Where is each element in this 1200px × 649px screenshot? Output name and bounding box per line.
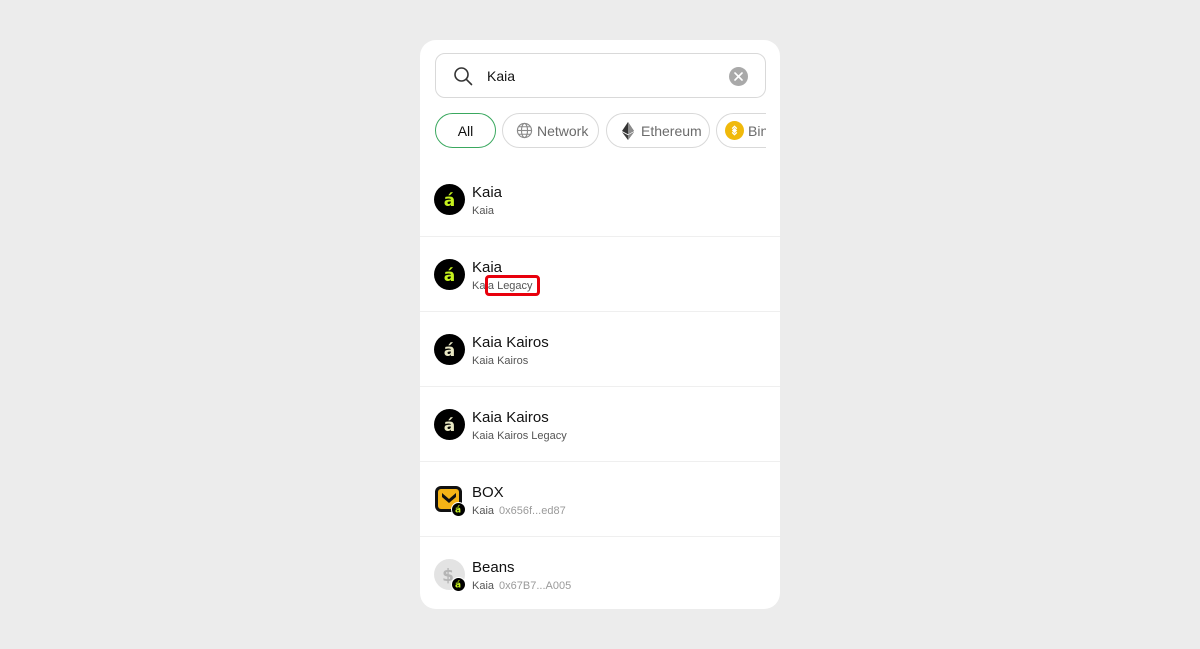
token-list: á Kaia Kaia á Kaia Kaia Legacy á Kaia Ka… (420, 162, 780, 609)
filter-chip-binance[interactable]: Bin (716, 113, 766, 148)
svg-text:á: á (455, 581, 461, 591)
token-name: Kaia (472, 259, 503, 276)
token-name: BOX (472, 484, 504, 501)
token-name: Kaia (472, 184, 503, 201)
filter-chip-network[interactable]: Network (502, 113, 599, 148)
kaia-network-badge-icon: á (451, 577, 466, 592)
token-name: Kaia Kairos (472, 334, 549, 351)
filter-chip-label: Network (537, 122, 589, 139)
token-row[interactable]: á Kaia Kairos Kaia Kairos Legacy (420, 387, 780, 462)
token-row[interactable]: á Kaia Kairos Kaia Kairos (420, 312, 780, 387)
token-network: Kaia 0x656f...ed87 (472, 505, 566, 517)
kaia-logo-icon: á (434, 184, 465, 215)
kaia-logo-icon: á (434, 259, 465, 290)
token-row[interactable]: á Kaia Kaia Legacy (420, 237, 780, 312)
token-network: Kaia Legacy (472, 280, 533, 292)
kaia-logo-icon: á (434, 409, 465, 440)
kaia-network-badge-icon: á (451, 502, 466, 517)
token-row[interactable]: á Kaia Kaia (420, 162, 780, 237)
svg-text:á: á (444, 341, 455, 361)
token-address: 0x67B7...A005 (499, 580, 572, 592)
svg-text:á: á (444, 191, 455, 211)
token-network: Kaia 0x67B7...A005 (472, 580, 572, 592)
svg-text:á: á (444, 416, 455, 436)
search-bar[interactable]: Kaia (435, 53, 766, 98)
token-name: Kaia Kairos (472, 409, 549, 426)
binance-icon (725, 121, 744, 140)
clear-icon[interactable] (729, 67, 748, 86)
token-network: Kaia Kairos Legacy (472, 430, 567, 442)
token-name: Beans (472, 559, 515, 576)
filter-chip-label: Ethereum (641, 122, 702, 139)
token-network: Kaia Kairos (472, 355, 529, 367)
token-row[interactable]: á BOX Kaia 0x656f...ed87 (420, 462, 780, 537)
token-network: Kaia (472, 205, 495, 217)
filter-chip-label: Bin (748, 122, 766, 139)
token-selector-panel: Kaia All Network Ethereum Bin á Kaia Kai… (420, 40, 780, 609)
filter-chips: All Network Ethereum Bin (435, 112, 766, 150)
filter-chip-label: All (457, 122, 474, 139)
filter-chip-ethereum[interactable]: Ethereum (606, 113, 710, 148)
token-row[interactable]: $ á Beans Kaia 0x67B7...A005 (420, 537, 780, 609)
svg-text:á: á (455, 506, 461, 516)
kaia-logo-icon: á (434, 334, 465, 365)
globe-icon (515, 122, 533, 140)
ethereum-icon (619, 121, 637, 140)
svg-text:á: á (444, 266, 455, 286)
search-input[interactable]: Kaia (487, 67, 515, 85)
filter-chip-all[interactable]: All (435, 113, 496, 148)
search-icon (454, 67, 473, 86)
token-address: 0x656f...ed87 (499, 505, 566, 517)
